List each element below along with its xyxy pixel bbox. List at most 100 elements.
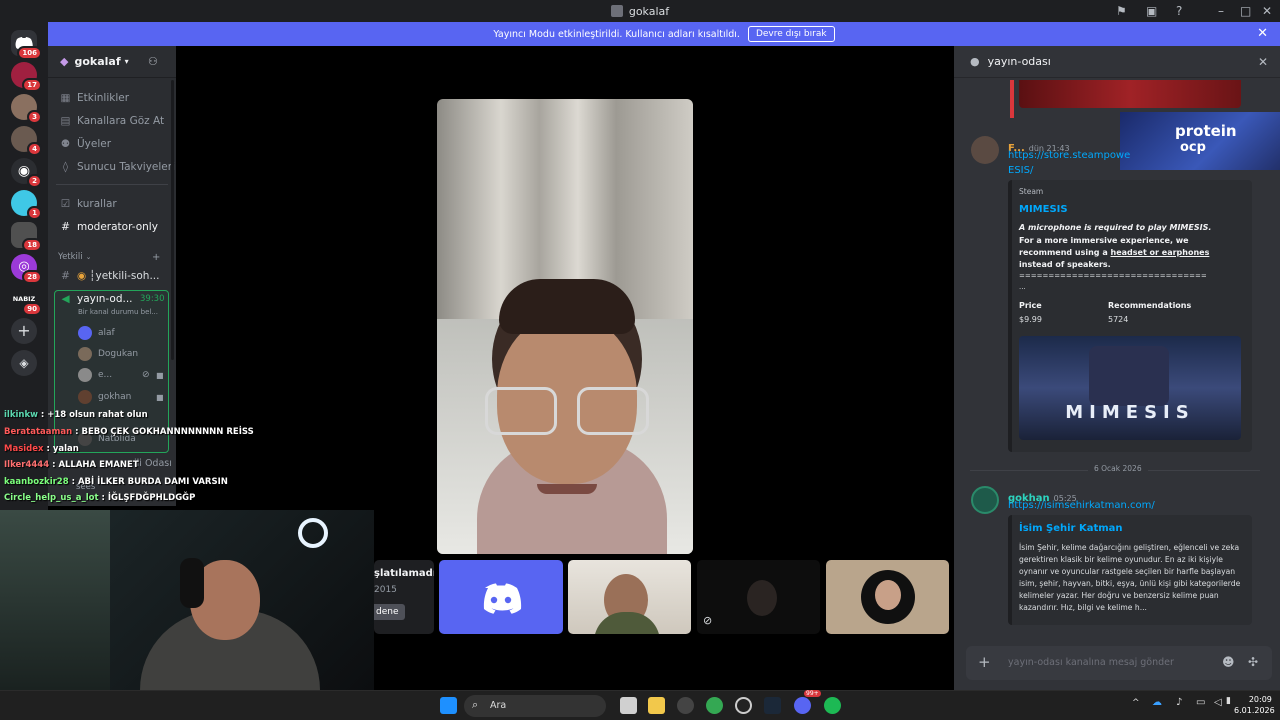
discord-home-button[interactable]: 106	[11, 30, 42, 60]
overlay-chat-user: Circle_help_us_a_lot	[4, 493, 99, 503]
channel-yetkili-sohbet[interactable]: # ◉ ┆yetkili-soh...	[60, 270, 159, 282]
nabiz-server-icon[interactable]: NABIZ 90	[11, 286, 42, 316]
embed-rule: ================================	[1019, 272, 1207, 280]
video-tile[interactable]: ⊘	[697, 560, 820, 634]
add-attachment-icon[interactable]: +	[978, 653, 991, 671]
message-link[interactable]: ESIS/	[1008, 165, 1033, 176]
onedrive-icon[interactable]: ☁	[1152, 697, 1162, 708]
eye-server-icon[interactable]: ◉ 2	[11, 158, 42, 188]
chevron-down-icon: ▾	[124, 57, 129, 66]
discord-logo-icon	[483, 583, 522, 614]
discord-taskbar-icon[interactable]: 99+	[794, 690, 821, 714]
server-badge: 3	[27, 110, 42, 124]
voice-status[interactable]: Bir kanal durumu bel...	[78, 308, 158, 316]
banner-text: Yayıncı Modu etkinleştirildi. Kullanıcı …	[493, 28, 740, 40]
hash-icon: #	[61, 221, 70, 233]
disable-streamer-mode-button[interactable]: Devre dışı bırak	[747, 26, 835, 42]
windows-start-icon[interactable]	[440, 697, 457, 714]
wifi-server-icon[interactable]: ◎ 28	[11, 254, 42, 284]
chrome-icon[interactable]	[706, 697, 723, 714]
screen-icon[interactable]: ▣	[1146, 0, 1157, 22]
embed-title[interactable]: İsim Şehir Katman	[1019, 523, 1123, 534]
video-mouth	[537, 484, 597, 494]
channel-hidden[interactable]: ili Odası	[134, 458, 172, 469]
sidebar-item-members[interactable]: ⚉ Üyeler	[60, 138, 111, 150]
overlay-chat-text: : yalan	[43, 444, 79, 454]
spotify-icon[interactable]	[824, 697, 841, 714]
overlay-chat-line: Beratataaman : BEBO ÇEK GOKHANNNNNNNN RE…	[4, 427, 254, 437]
help-icon[interactable]: ?	[1176, 0, 1182, 22]
app-window: gokalaf ⚑ ▣ ? – □ ✕ Yayıncı Modu etkinle…	[0, 0, 1280, 720]
maximize-button[interactable]: □	[1240, 0, 1251, 22]
server-header[interactable]: ◆ gokalaf ▾ ⚇	[48, 46, 176, 78]
avatar[interactable]	[971, 136, 999, 164]
retry-button[interactable]: dene	[374, 604, 405, 620]
close-chat-icon[interactable]: ✕	[1258, 55, 1268, 69]
emoji-icon[interactable]: ☻	[1222, 655, 1235, 669]
voice-channel-yayin[interactable]: ◀ yayın-od... 39:30	[60, 293, 164, 305]
inbox-icon[interactable]: ⚑	[1116, 0, 1127, 22]
channel-moderator-only[interactable]: # moderator-only	[60, 221, 158, 233]
sidebar-item-events[interactable]: ▦ Etkinlikler	[60, 92, 129, 104]
server-badge: 1	[27, 206, 42, 220]
server-icon[interactable]: 18	[11, 222, 42, 252]
website-embed: İsim Şehir Katman İsim Şehir, kelime dağ…	[1008, 515, 1252, 625]
file-explorer-icon[interactable]	[648, 697, 665, 714]
message-link[interactable]: https://store.steampowe	[1008, 150, 1130, 161]
server-icon[interactable]: 1	[11, 190, 42, 220]
taskbar-clock[interactable]: 20:09 6.01.2026	[1234, 694, 1275, 716]
taskbar: ⌕ Ara 99+ ^ ☁ ♪ ▭ ◁ ▮ 20:09 6.01.2026	[0, 690, 1280, 720]
main-video-feed[interactable]	[437, 99, 693, 554]
message-input-placeholder[interactable]: yayın-odası kanalına mesaj gönder	[1008, 657, 1174, 668]
discover-icon[interactable]: ◈	[11, 350, 37, 376]
webcam-window	[0, 510, 110, 690]
embed-title[interactable]: MIMESIS	[1019, 204, 1068, 215]
apps-icon[interactable]: ✣	[1248, 655, 1258, 669]
volume-icon[interactable]: ◁	[1214, 697, 1222, 708]
voice-user[interactable]: alaf	[78, 326, 115, 340]
mic-icon[interactable]: ♪	[1176, 697, 1182, 708]
chatgpt-icon[interactable]	[735, 697, 752, 714]
message-link[interactable]: https://isimsehirkatman.com/	[1008, 500, 1155, 511]
video-tile[interactable]	[568, 560, 691, 634]
add-channel-icon[interactable]: +	[152, 252, 160, 263]
video-tile[interactable]	[826, 560, 949, 634]
discord-tile[interactable]	[439, 560, 563, 634]
streamer-mode-banner: Yayıncı Modu etkinleştirildi. Kullanıcı …	[48, 22, 1280, 46]
add-server-icon[interactable]: +	[11, 318, 37, 344]
voice-user[interactable]: e... ⊘ ■	[78, 368, 164, 382]
sidebar-scrollbar[interactable]	[171, 80, 174, 360]
invite-icon[interactable]: ⚇	[148, 55, 158, 68]
embed-accent	[1010, 80, 1014, 118]
server-icon[interactable]: 4	[11, 126, 42, 156]
voice-user[interactable]: gokhan ■	[78, 390, 164, 404]
battery-icon[interactable]: ▮	[1226, 696, 1231, 706]
task-view-icon[interactable]	[620, 697, 637, 714]
activity-tile[interactable]: şlatılamadı 2015 dene	[374, 560, 434, 634]
embed-image[interactable]: MIMESIS	[1019, 336, 1241, 440]
category-yetkili[interactable]: Yetkili ⌄ +	[58, 252, 160, 263]
minimize-button[interactable]: –	[1218, 0, 1224, 22]
embed-price-label: Price	[1019, 301, 1042, 310]
server-icon[interactable]: 17	[11, 62, 42, 92]
server-name: gokalaf	[74, 55, 121, 68]
network-icon[interactable]: ▭	[1196, 697, 1205, 708]
channel-rules[interactable]: ☑ kurallar	[60, 198, 117, 210]
taskbar-search[interactable]: ⌕ Ara	[464, 695, 606, 717]
close-window-button[interactable]: ✕	[1262, 0, 1272, 22]
obs-icon[interactable]	[677, 697, 694, 714]
voice-user[interactable]: Dogukan	[78, 347, 138, 361]
overlay-chat-line: Circle_help_us_a_lot : İĞLŞFDĞPHLDGĞP	[4, 493, 195, 503]
browse-icon: ▤	[60, 115, 71, 127]
sidebar-item-browse[interactable]: ▤ Kanallara Göz At	[60, 115, 165, 127]
embed-price: $9.99	[1019, 315, 1042, 324]
sidebar-item-boosts[interactable]: ◊ Sunucu Takviyeleri	[60, 161, 175, 173]
server-icon[interactable]: 3	[11, 94, 42, 124]
channel-label: ili Odası	[134, 458, 172, 469]
activity-year: 2015	[374, 585, 397, 595]
banner-close-icon[interactable]: ✕	[1257, 26, 1268, 41]
avatar[interactable]	[971, 486, 999, 514]
tray-chevron-icon[interactable]: ^	[1132, 698, 1140, 708]
message-input-box[interactable]: + yayın-odası kanalına mesaj gönder ☻ ✣	[966, 646, 1272, 680]
steam-icon[interactable]	[764, 697, 781, 714]
